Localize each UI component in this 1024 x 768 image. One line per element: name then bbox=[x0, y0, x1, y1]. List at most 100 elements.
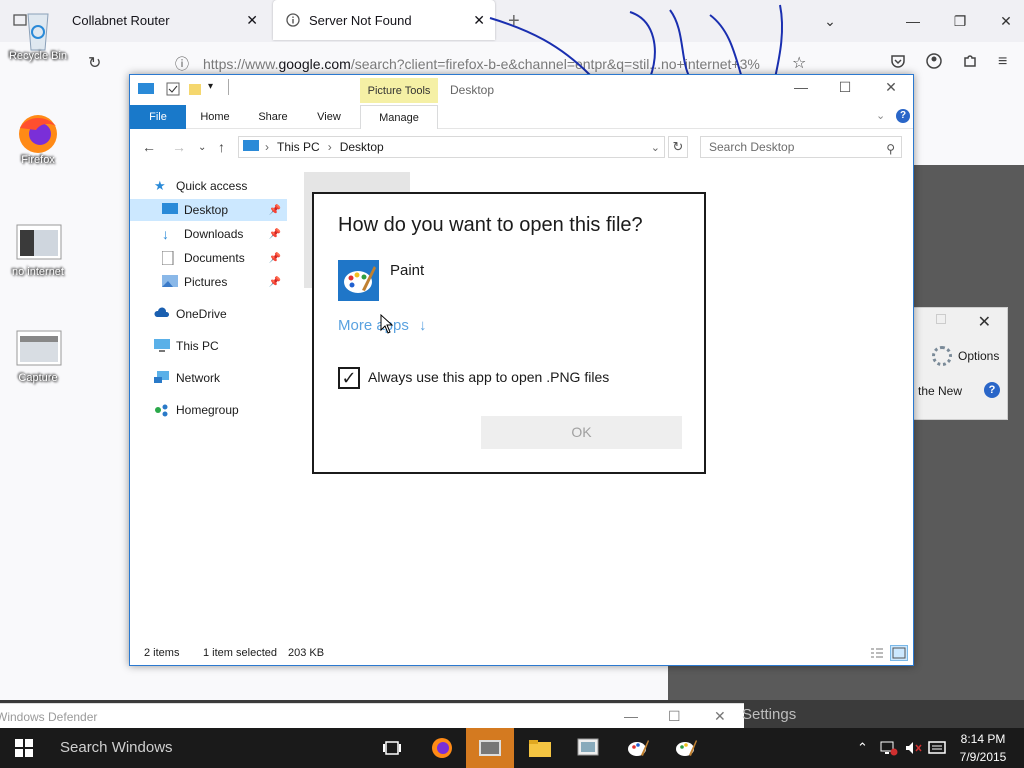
close-icon[interactable]: ✕ bbox=[978, 312, 991, 332]
cloud-icon bbox=[154, 307, 170, 321]
firefox-icon bbox=[16, 112, 60, 153]
taskbar-router-app-icon[interactable] bbox=[466, 728, 514, 768]
back-icon[interactable]: ← bbox=[142, 139, 156, 155]
help-icon[interactable]: ? bbox=[896, 109, 910, 123]
tab-server-not-found[interactable]: Server Not Found ✕ bbox=[273, 0, 495, 40]
computer-icon bbox=[154, 339, 170, 353]
close-icon[interactable]: ✕ bbox=[868, 79, 914, 101]
desktop-icon-capture[interactable]: Capture bbox=[0, 330, 76, 384]
windows-defender-window: Windows Defender — ☐ ✕ bbox=[0, 703, 744, 729]
status-size: 203 KB bbox=[288, 647, 325, 659]
search-input[interactable]: Search Desktop ⚲ bbox=[700, 136, 902, 158]
documents-icon bbox=[161, 250, 178, 266]
account-icon[interactable] bbox=[926, 53, 942, 74]
always-use-checkbox[interactable]: ✓ bbox=[338, 367, 360, 389]
search-icon: ⚲ bbox=[886, 142, 895, 156]
tab-label: Collabnet Router bbox=[72, 12, 170, 28]
maximize-icon[interactable]: ☐ bbox=[822, 79, 868, 101]
nav-homegroup[interactable]: Homegroup bbox=[154, 399, 284, 421]
action-center-icon[interactable] bbox=[928, 728, 946, 768]
help-icon[interactable]: ? bbox=[984, 382, 1000, 398]
tab-file[interactable]: File bbox=[130, 105, 186, 129]
paint-app-icon[interactable] bbox=[338, 260, 379, 301]
taskbar-paint-2-icon[interactable] bbox=[662, 728, 710, 768]
desktop-icon-no-internet[interactable]: no internet bbox=[0, 224, 76, 278]
properties-icon[interactable] bbox=[166, 82, 180, 99]
network-icon bbox=[154, 371, 170, 385]
desktop-icon-label: Firefox bbox=[21, 154, 55, 166]
reload-icon[interactable]: ↻ bbox=[88, 53, 101, 73]
task-view-icon[interactable] bbox=[368, 728, 416, 768]
close-icon[interactable]: ✕ bbox=[983, 0, 1024, 42]
paint-app-option[interactable]: Paint bbox=[390, 262, 424, 279]
large-icons-view-icon[interactable] bbox=[890, 645, 908, 661]
nav-this-pc[interactable]: This PC bbox=[154, 335, 284, 357]
desktop-icon-recycle-bin[interactable]: Recycle Bin bbox=[0, 8, 76, 62]
maximize-icon[interactable]: ☐ bbox=[668, 708, 681, 725]
nav-pictures[interactable]: Pictures 📌 bbox=[162, 271, 287, 293]
star-icon: ★ bbox=[154, 178, 166, 193]
customize-toolbar-icon[interactable]: ▾ bbox=[208, 81, 213, 92]
tab-home[interactable]: Home bbox=[192, 105, 238, 129]
nav-desktop[interactable]: Desktop 📌 bbox=[130, 199, 287, 221]
list-tabs-icon[interactable]: ⌄ bbox=[807, 0, 853, 42]
menu-icon[interactable]: ≡ bbox=[998, 53, 1007, 71]
pin-icon[interactable]: 📌 bbox=[269, 205, 281, 216]
gear-icon bbox=[932, 346, 952, 366]
status-bar: 2 items 1 item selected 203 KB bbox=[130, 641, 913, 665]
options-button[interactable]: Options bbox=[932, 346, 999, 366]
ribbon-tabs: File Home Share View Manage ⌄ ? bbox=[130, 105, 913, 129]
desktop-icon-firefox[interactable]: Firefox bbox=[0, 112, 76, 166]
nav-label: Network bbox=[176, 371, 221, 385]
nav-quick-access[interactable]: ★ Quick access bbox=[154, 175, 284, 197]
pin-icon[interactable]: 📌 bbox=[269, 253, 281, 264]
tab-share[interactable]: Share bbox=[250, 105, 296, 129]
details-view-icon[interactable] bbox=[868, 645, 886, 661]
forward-icon[interactable]: → bbox=[172, 139, 186, 155]
address-bar[interactable]: › This PC › Desktop ⌄ bbox=[238, 136, 665, 158]
navigation-pane: ★ Quick access Desktop 📌 ↓ Downloads 📌 D… bbox=[130, 171, 290, 641]
ok-button[interactable]: OK bbox=[481, 416, 682, 449]
taskbar-firefox-icon[interactable] bbox=[418, 728, 466, 768]
close-tab-icon[interactable]: ✕ bbox=[246, 12, 258, 29]
pictures-icon bbox=[162, 275, 178, 289]
more-apps-label: More apps bbox=[338, 317, 409, 334]
volume-muted-icon[interactable] bbox=[904, 728, 922, 768]
minimize-icon[interactable]: — bbox=[890, 0, 936, 42]
show-hidden-icons-icon[interactable]: ⌃ bbox=[857, 728, 868, 768]
minimize-icon[interactable]: — bbox=[778, 79, 824, 101]
nav-downloads[interactable]: ↓ Downloads 📌 bbox=[162, 223, 287, 245]
extensions-icon[interactable] bbox=[962, 53, 978, 74]
start-button[interactable] bbox=[0, 728, 48, 768]
taskbar-paint-icon[interactable] bbox=[614, 728, 662, 768]
restore-icon[interactable]: ❐ bbox=[937, 0, 983, 42]
close-icon[interactable]: ✕ bbox=[714, 708, 726, 725]
up-icon[interactable]: ↑ bbox=[218, 139, 225, 155]
pocket-icon[interactable] bbox=[890, 53, 906, 74]
maximize-icon[interactable] bbox=[936, 314, 946, 324]
desktop-folder-icon bbox=[162, 203, 178, 217]
clock[interactable]: 8:14 PM 7/9/2015 bbox=[948, 730, 1018, 766]
this-pc-icon bbox=[243, 139, 259, 155]
chevron-down-icon[interactable]: ⌄ bbox=[651, 141, 660, 154]
network-status-icon[interactable] bbox=[880, 728, 898, 768]
breadcrumb-desktop[interactable]: Desktop bbox=[340, 140, 384, 154]
expand-ribbon-icon[interactable]: ⌄ bbox=[876, 109, 885, 122]
tab-view[interactable]: View bbox=[306, 105, 352, 129]
always-use-label[interactable]: Always use this app to open .PNG files bbox=[368, 369, 609, 385]
nav-documents[interactable]: Documents 📌 bbox=[161, 247, 287, 269]
new-folder-icon[interactable] bbox=[188, 82, 202, 99]
nav-network[interactable]: Network bbox=[154, 367, 284, 389]
nav-onedrive[interactable]: OneDrive bbox=[154, 303, 284, 325]
background-dialog: ✕ Options the New ? bbox=[913, 307, 1008, 420]
pin-icon[interactable]: 📌 bbox=[269, 277, 281, 288]
minimize-icon[interactable]: — bbox=[624, 708, 638, 724]
recent-locations-icon[interactable]: ⌄ bbox=[198, 142, 206, 153]
taskbar-file-explorer-icon[interactable] bbox=[516, 728, 564, 768]
taskbar-image-viewer-icon[interactable] bbox=[564, 728, 612, 768]
refresh-icon[interactable]: ↻ bbox=[668, 136, 688, 158]
pin-icon[interactable]: 📌 bbox=[269, 229, 281, 240]
breadcrumb-this-pc[interactable]: This PC bbox=[277, 140, 320, 154]
tab-manage[interactable]: Manage bbox=[360, 105, 438, 129]
taskbar-search[interactable]: Search Windows bbox=[48, 728, 356, 768]
